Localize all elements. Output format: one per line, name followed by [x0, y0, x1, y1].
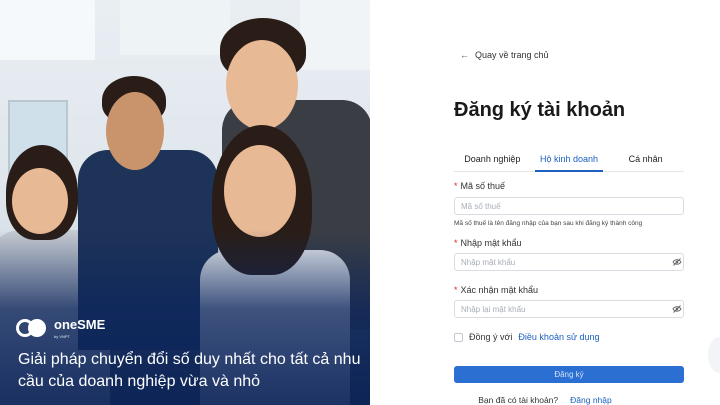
brand-name: oneSME — [54, 317, 106, 332]
tax-code-input[interactable] — [454, 197, 684, 215]
terms-agreement: Đồng ý với Điều khoản sử dụng — [454, 332, 600, 342]
account-type-tabs: Doanh nghiệp Hộ kinh doanh Cá nhân — [454, 148, 684, 172]
terms-link[interactable]: Điều khoản sử dụng — [518, 332, 599, 342]
floating-widget[interactable] — [708, 337, 720, 373]
page-title: Đăng ký tài khoản — [454, 99, 626, 121]
tab-ca-nhan[interactable]: Cá nhân — [607, 148, 684, 171]
password-label: * Nhập mật khẩu — [454, 238, 522, 248]
onesme-logo-icon — [16, 317, 48, 339]
brand-sub: by VNPT — [54, 334, 71, 339]
hero-tagline: Giải pháp chuyển đổi số duy nhất cho tất… — [18, 351, 361, 390]
terms-checkbox[interactable] — [454, 332, 463, 342]
confirm-password-input[interactable] — [454, 300, 684, 318]
have-account-text: Bạn đã có tài khoản? — [478, 395, 559, 405]
register-button[interactable]: Đăng ký — [454, 366, 684, 383]
tab-ho-kinh-doanh[interactable]: Hộ kinh doanh — [531, 148, 608, 172]
login-link[interactable]: Đăng nhập — [570, 395, 612, 405]
back-home-link[interactable]: ← Quay về trang chủ — [460, 50, 549, 60]
eye-off-icon[interactable] — [672, 304, 682, 314]
confirm-password-label: * Xác nhận mật khẩu — [454, 285, 539, 295]
hero-image: oneSME by VNPT Giải pháp chuyển đổi số d… — [0, 0, 370, 405]
agree-prefix: Đồng ý với — [469, 332, 513, 342]
tax-code-label: * Mã số thuế — [454, 181, 506, 191]
tab-doanh-nghiep[interactable]: Doanh nghiệp — [454, 148, 531, 171]
login-prompt: Bạn đã có tài khoản? Đăng nhập — [370, 395, 720, 405]
signup-page: oneSME by VNPT Giải pháp chuyển đổi số d… — [0, 0, 720, 405]
back-home-label: Quay về trang chủ — [475, 50, 549, 60]
signup-panel: ← Quay về trang chủ Đăng ký tài khoản Do… — [370, 0, 720, 405]
arrow-left-icon: ← — [460, 50, 469, 60]
password-input[interactable] — [454, 253, 684, 271]
tax-code-hint: Mã số thuế là tên đăng nhập của bạn sau … — [454, 220, 643, 227]
brand-logo: oneSME by VNPT — [16, 316, 105, 339]
eye-off-icon[interactable] — [672, 257, 682, 267]
